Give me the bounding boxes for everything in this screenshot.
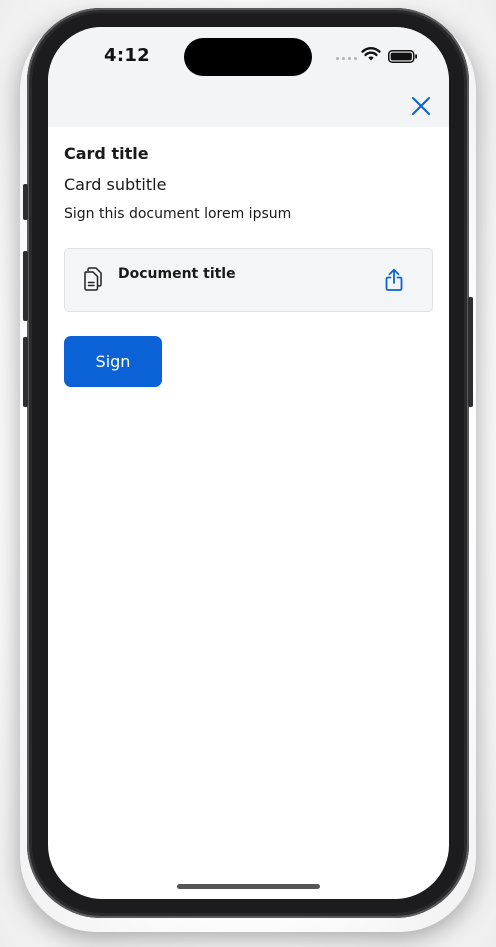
- status-time: 4:12: [104, 45, 150, 66]
- card-subtitle: Card subtitle: [64, 175, 167, 194]
- card-title: Card title: [64, 144, 149, 163]
- navigation-bar: [48, 83, 449, 127]
- dynamic-island: [184, 38, 312, 76]
- document-card[interactable]: Document title: [64, 248, 433, 312]
- volume-up-button: [23, 251, 28, 321]
- card-body-text: Sign this document lorem ipsum: [64, 206, 292, 222]
- document-title: Document title: [118, 266, 236, 282]
- phone-screen: 4:12 Card title Card subtitle Sign this …: [48, 27, 449, 899]
- document-icon: [84, 267, 102, 291]
- close-icon[interactable]: [408, 93, 434, 119]
- battery-icon: [388, 50, 417, 63]
- share-icon[interactable]: [382, 267, 406, 293]
- sign-button[interactable]: Sign: [64, 336, 162, 387]
- signal-dots-icon: [336, 57, 357, 60]
- action-button: [23, 184, 28, 220]
- volume-down-button: [23, 337, 28, 407]
- screenshot-stage: 4:12 Card title Card subtitle Sign this …: [0, 0, 496, 947]
- power-button: [468, 297, 473, 407]
- wifi-icon: [361, 47, 381, 61]
- home-indicator[interactable]: [177, 884, 320, 889]
